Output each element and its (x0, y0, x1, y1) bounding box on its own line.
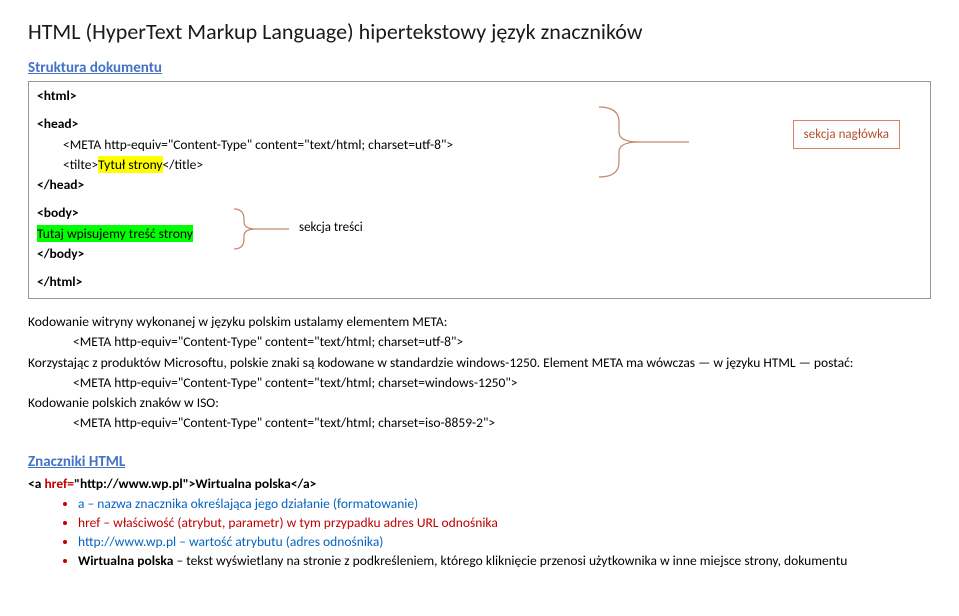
text-line: Kodowanie witryny wykonanej w języku pol… (28, 313, 931, 331)
tag-part: </a> (291, 475, 317, 492)
section-heading-struktura: Struktura dokumentu (28, 59, 931, 77)
brace-icon (224, 204, 294, 254)
code-block: <html> <head> <META http-equiv="Content-… (37, 86, 922, 292)
bullet-list: a – nazwa znacznika określająca jego dzi… (28, 495, 931, 569)
code-line: <head> (37, 114, 922, 134)
list-text: – tekst wyświetlany na stronie z podkreś… (176, 552, 847, 569)
code-line: </body> (37, 244, 922, 264)
list-item: http://www.wp.pl – wartość atrybutu (adr… (78, 533, 931, 550)
code-line: Tutaj wpisujemy treść strony (37, 224, 922, 244)
text-line: <META http-equiv="Content-Type" content=… (28, 374, 931, 392)
label-sekcja-naglowka: sekcja nagłówka (793, 120, 900, 149)
list-item: a – nazwa znacznika określająca jego dzi… (78, 495, 931, 512)
encoding-paragraph: Kodowanie witryny wykonanej w języku pol… (28, 313, 931, 432)
list-item: Wirtualna polska – tekst wyświetlany na … (78, 552, 931, 569)
anchor-example: <a href="http://www.wp.pl">Wirtualna pol… (28, 475, 931, 493)
highlighted-body: Tutaj wpisujemy treść strony (37, 225, 193, 242)
attr-part: href= (41, 475, 74, 492)
section-heading-znaczniki: Znaczniki HTML (28, 453, 931, 471)
text-line: Korzystając z produktów Microsoftu, pols… (28, 354, 931, 372)
brace-icon (589, 102, 699, 182)
page-title: HTML (HyperText Markup Language) hiperte… (28, 18, 931, 45)
tag-part: <a (28, 475, 41, 492)
code-line: <tilte>Tytuł strony</title> (37, 155, 922, 175)
tag: </title> (163, 156, 204, 173)
text-line: Kodowanie polskich znaków w ISO: (28, 394, 931, 412)
code-line: </head> (37, 175, 922, 195)
code-example-box: <html> <head> <META http-equiv="Content-… (28, 81, 931, 299)
text-line: <META http-equiv="Content-Type" content=… (28, 333, 931, 351)
label-sekcja-tresci: sekcja treści (299, 220, 363, 235)
list-text-bold: Wirtualna polska (78, 552, 176, 569)
code-line: </html> (37, 272, 922, 292)
tag: <tilte> (63, 156, 98, 173)
list-text: href – właściwość (atrybut, parametr) w … (78, 514, 498, 531)
text-line: <META http-equiv="Content-Type" content=… (28, 414, 931, 432)
link-text: Wirtualna polska (195, 475, 290, 492)
highlighted-title: Tytuł strony (98, 156, 162, 173)
list-item: href – właściwość (atrybut, parametr) w … (78, 514, 931, 531)
code-line: <META http-equiv="Content-Type" content=… (37, 135, 922, 155)
list-text: http://www.wp.pl – wartość atrybutu (adr… (78, 533, 383, 550)
code-line: <body> (37, 203, 922, 223)
code-line: <html> (37, 86, 922, 106)
val-part: "http://www.wp.pl" (74, 475, 189, 492)
list-text: a – nazwa znacznika określająca jego dzi… (78, 495, 418, 512)
